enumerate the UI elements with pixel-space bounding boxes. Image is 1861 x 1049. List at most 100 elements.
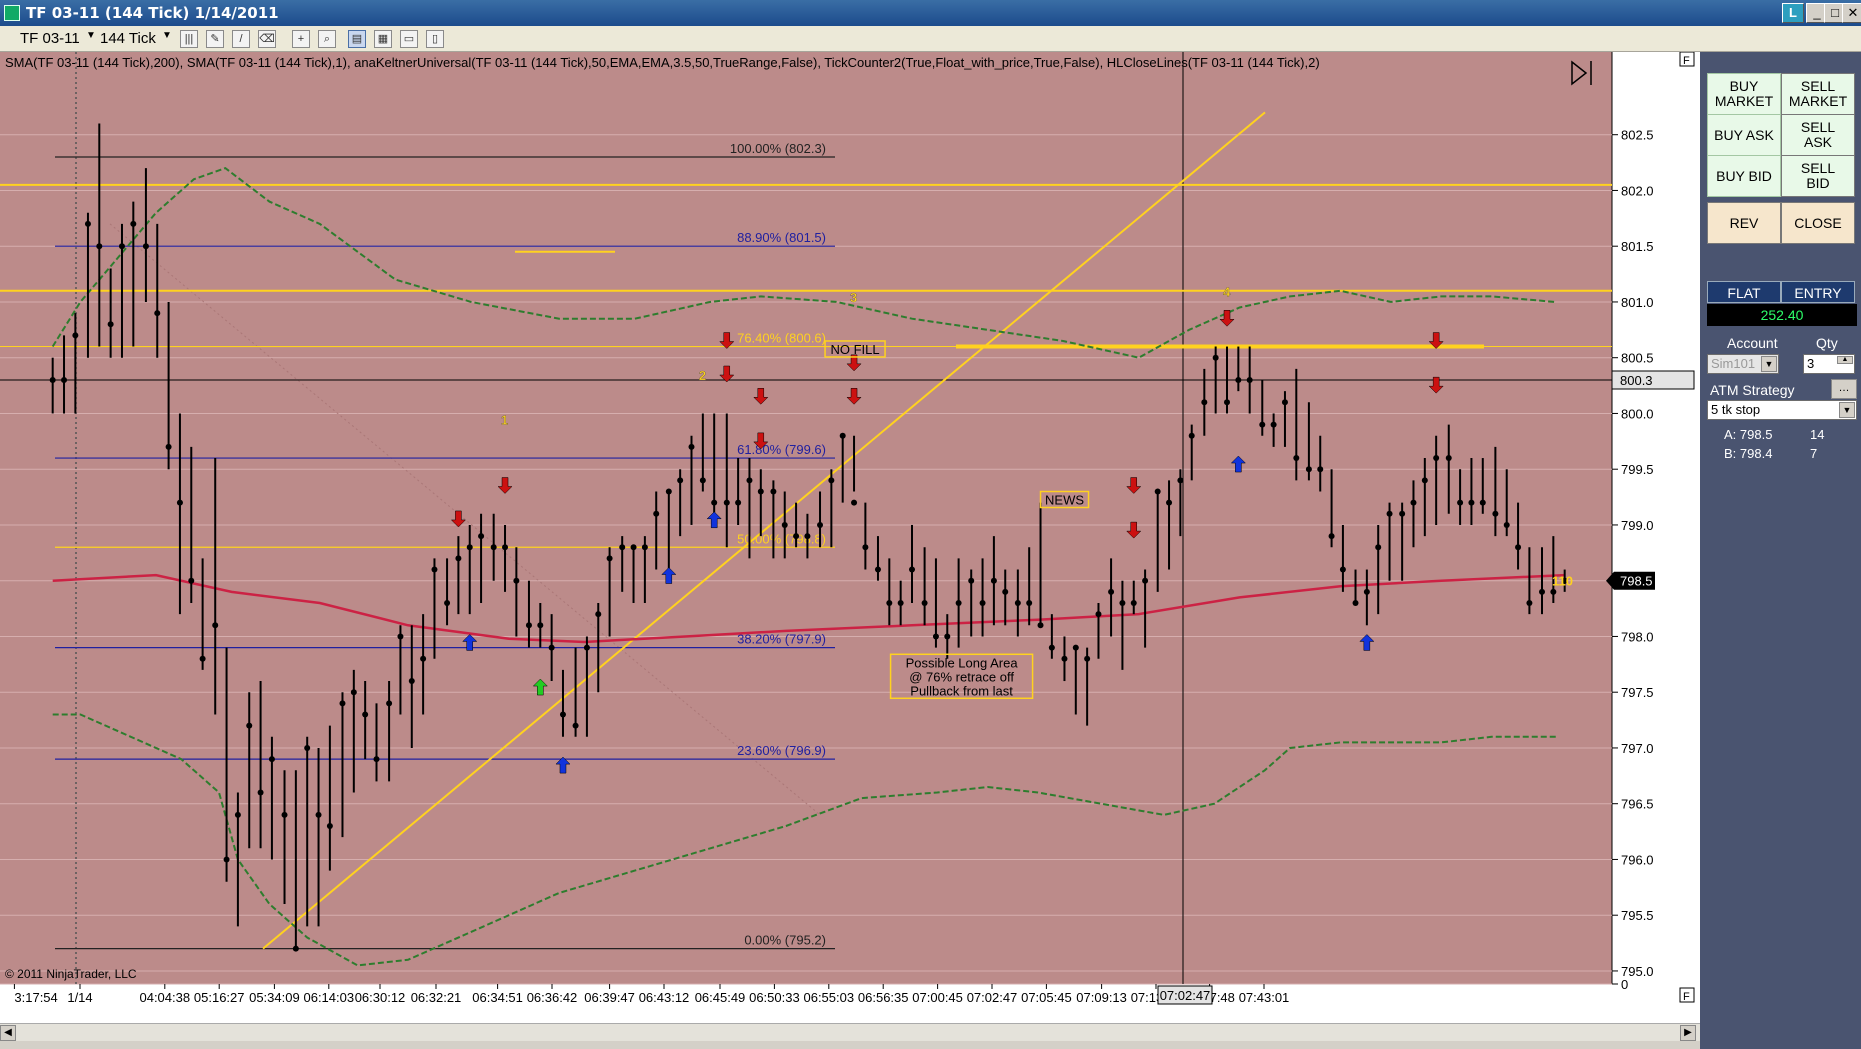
ohlc-close-dot	[921, 600, 928, 606]
ohlc-close-dot	[1293, 455, 1300, 462]
ohlc-close-dot	[513, 577, 520, 584]
time-tick-label: 06:56:35	[858, 990, 909, 1005]
title-bar: TF 03-11 (144 Tick) 1/14/2011 L _ □ ✕	[0, 0, 1861, 26]
close-icon[interactable]: ✕	[1842, 3, 1861, 23]
count-label: 3	[850, 290, 857, 305]
time-tick-label: 06:50:33	[749, 990, 800, 1005]
crosshair-icon[interactable]: +	[292, 30, 310, 48]
ohlc-close-dot	[677, 477, 684, 484]
time-tick-label: 04:04:38	[139, 990, 190, 1005]
horizontal-scrollbar[interactable]: ◀ ▶	[0, 1023, 1700, 1041]
draw-tools-icon[interactable]: /	[232, 30, 250, 48]
ohlc-close-dot	[793, 533, 800, 540]
ohlc-close-dot	[1492, 510, 1499, 517]
crosshair-time-label: 07:02:47	[1160, 988, 1211, 1003]
fib-label: 61.80% (799.6)	[737, 442, 826, 457]
eraser-icon[interactable]: ⌫	[258, 30, 276, 48]
ohlc-close-dot	[595, 611, 602, 618]
link-button[interactable]: L	[1782, 3, 1804, 23]
close-position-button[interactable]: CLOSE	[1781, 202, 1855, 244]
ohlc-close-dot	[839, 432, 846, 439]
price-chart[interactable]: 100.00% (802.3) 88.90% (801.5) 76.40% (800…	[0, 52, 1700, 1042]
ohlc-close-dot	[96, 243, 103, 250]
data-box-icon[interactable]: ▭	[400, 30, 418, 48]
price-tick-label: 796.5	[1621, 797, 1654, 812]
app-icon	[4, 5, 20, 21]
buy-market-button[interactable]: BUY MARKET	[1707, 73, 1781, 115]
indicators-icon[interactable]: ▯	[426, 30, 444, 48]
ohlc-close-dot	[1399, 510, 1406, 517]
ohlc-close-dot	[688, 443, 695, 450]
ohlc-close-dot	[1515, 544, 1522, 551]
ohlc-close-dot	[350, 689, 357, 696]
ohlc-close-dot	[968, 577, 975, 584]
time-tick-label: 06:34:51	[472, 990, 523, 1005]
ohlc-close-dot	[1479, 499, 1486, 506]
chart-canvas[interactable]: 100.00% (802.3) 88.90% (801.5) 76.40% (800…	[0, 52, 1700, 1042]
svg-text:F: F	[1683, 991, 1690, 1003]
time-tick-label: 07:02:47	[967, 990, 1018, 1005]
buy-ask-button[interactable]: BUY ASK	[1707, 114, 1781, 156]
fixed-time-scale-icon[interactable]: F	[1679, 987, 1695, 1003]
ohlc-close-dot	[188, 577, 195, 584]
zoom-icon[interactable]: ⌕	[318, 30, 336, 48]
scroll-right-icon[interactable]: ▶	[1680, 1025, 1696, 1041]
time-tick-label: 06:30:12	[355, 990, 406, 1005]
ohlc-close-dot	[583, 644, 590, 651]
ohlc-close-dot	[362, 711, 369, 718]
ohlc-close-dot	[746, 477, 753, 484]
instrument-selector[interactable]: TF 03-11	[20, 30, 80, 47]
ohlc-close-dot	[932, 633, 939, 640]
no-fill-label: NO FILL	[830, 342, 879, 357]
ohlc-close-dot	[828, 477, 835, 484]
ohlc-close-dot	[1212, 354, 1219, 361]
ohlc-close-dot	[665, 488, 672, 495]
ohlc-close-dot	[212, 622, 219, 629]
time-tick-label: 3:17:54	[14, 990, 57, 1005]
ohlc-close-dot	[1386, 510, 1393, 517]
bid-info: B: 798.4	[1724, 446, 1773, 461]
ohlc-close-dot	[339, 700, 346, 707]
ohlc-close-dot	[804, 533, 811, 540]
interval-selector[interactable]: 144 Tick	[100, 30, 156, 47]
ohlc-close-dot	[49, 377, 56, 383]
buy-bid-button[interactable]: BUY BID	[1707, 155, 1781, 197]
ohlc-close-dot	[84, 220, 91, 227]
time-tick-label: 06:14:03	[303, 990, 354, 1005]
atm-strategy-select[interactable]: 5 tk stop ▼	[1707, 400, 1857, 420]
scroll-left-icon[interactable]: ◀	[0, 1025, 16, 1041]
price-tick-label: 802.5	[1621, 128, 1654, 143]
position-status: FLAT	[1707, 281, 1781, 303]
sell-bid-button[interactable]: SELL BID	[1781, 155, 1855, 197]
ohlc-close-dot	[990, 577, 997, 584]
ohlc-close-dot	[107, 321, 114, 328]
ohlc-close-dot	[386, 700, 393, 707]
ohlc-close-dot	[630, 544, 637, 551]
fixed-scale-icon[interactable]: F	[1679, 52, 1695, 67]
atm-more-button[interactable]: …	[1831, 379, 1857, 399]
long-area-label: Pullback from last	[910, 683, 1013, 698]
ohlc-close-dot	[862, 544, 869, 551]
instrument-dropdown-icon[interactable]: ▼	[86, 30, 96, 41]
reverse-button[interactable]: REV	[1707, 202, 1781, 244]
bar-type-icon[interactable]: |||	[180, 30, 198, 48]
status-bar	[0, 1041, 1700, 1049]
price-tick-label: 796.0	[1621, 852, 1654, 867]
sell-market-button[interactable]: SELL MARKET	[1781, 73, 1855, 115]
time-tick-label: 05:16:27	[194, 990, 245, 1005]
draw-pencil-icon[interactable]: ✎	[206, 30, 224, 48]
properties-icon[interactable]: ▦	[374, 30, 392, 48]
ohlc-close-dot	[408, 678, 415, 685]
ohlc-close-dot	[1539, 588, 1545, 595]
chart-trader-icon[interactable]: ▤	[348, 30, 366, 48]
ohlc-close-dot	[897, 600, 904, 606]
ohlc-close-dot	[61, 377, 68, 383]
fib-label: 88.90% (801.5)	[737, 230, 826, 245]
sell-ask-button[interactable]: SELL ASK	[1781, 114, 1855, 156]
quantity-stepper[interactable]: 3 ▲	[1803, 354, 1855, 374]
ohlc-close-dot	[537, 622, 544, 629]
ohlc-close-dot	[1259, 421, 1266, 428]
interval-dropdown-icon[interactable]: ▼	[162, 30, 172, 41]
ohlc-close-dot	[176, 499, 183, 506]
account-select[interactable]: Sim101 ▼	[1707, 354, 1779, 374]
